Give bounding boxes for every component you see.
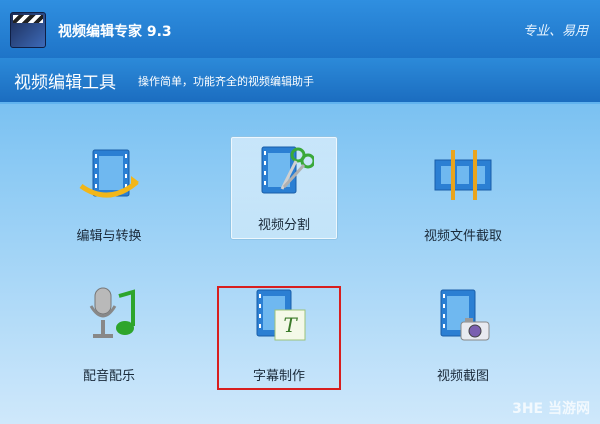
section-title: 视频编辑工具 xyxy=(14,73,116,93)
tool-label: 视频截图 xyxy=(436,369,489,384)
tool-label: 视频分割 xyxy=(257,218,310,233)
title-bar: 视频编辑专家 9.3 专业、易用 xyxy=(0,0,600,58)
tool-video-split[interactable]: 视频分割 xyxy=(230,136,338,240)
film-camera-icon xyxy=(440,289,490,341)
film-scissors-icon xyxy=(261,146,314,194)
tool-label: 编辑与转换 xyxy=(76,229,142,244)
section-description: 操作简单，功能齐全的视频编辑助手 xyxy=(138,75,314,88)
tool-label: 视频文件截取 xyxy=(423,229,502,244)
tool-dubbing-music[interactable]: 配音配乐 xyxy=(54,280,164,390)
app-title: 视频编辑专家 9.3 xyxy=(58,24,172,40)
svg-text:T: T xyxy=(283,313,298,337)
app-slogan: 专业、易用 xyxy=(522,24,588,39)
tool-edit-convert[interactable]: 编辑与转换 xyxy=(54,140,164,250)
tool-subtitle[interactable]: T 字幕制作 xyxy=(224,280,334,390)
tool-label: 配音配乐 xyxy=(82,369,135,384)
tool-video-trim[interactable]: 视频文件截取 xyxy=(408,140,518,250)
app-logo-icon xyxy=(10,12,46,48)
film-arrow-icon xyxy=(79,149,139,198)
tool-label: 字幕制作 xyxy=(252,369,305,384)
watermark: 3HE 当游网 xyxy=(512,401,590,417)
tool-video-screenshot[interactable]: 视频截图 xyxy=(408,280,518,390)
section-header: 视频编辑工具 操作简单，功能齐全的视频编辑助手 xyxy=(0,58,600,104)
microphone-music-icon xyxy=(89,287,135,338)
subtitle-icon: T xyxy=(256,289,306,341)
film-trim-icon xyxy=(434,150,492,200)
